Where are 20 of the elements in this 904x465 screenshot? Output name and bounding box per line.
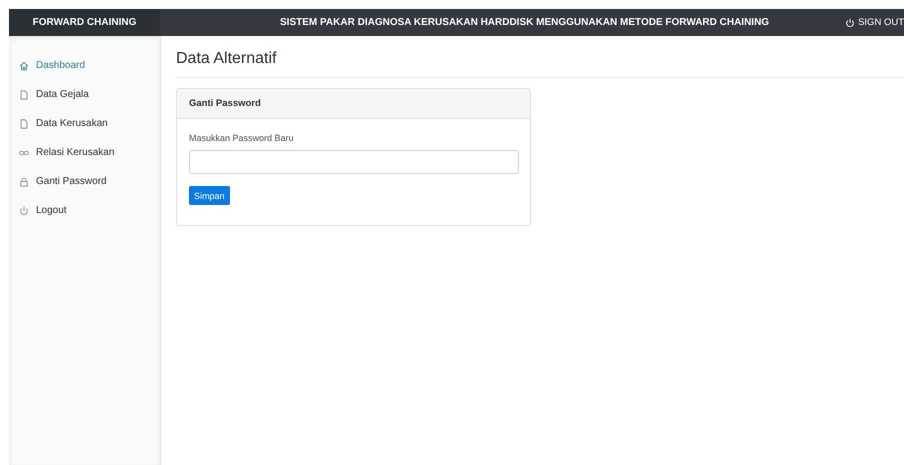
sidebar-item[interactable]: Ganti Password [9, 172, 160, 191]
power-icon [19, 206, 29, 216]
sidebar-item[interactable]: Logout [9, 201, 160, 220]
field-label: Masukkan Password Baru [189, 133, 295, 143]
file-icon [19, 90, 29, 100]
sign-out-link[interactable]: SIGN OUT [845, 17, 904, 28]
password-field[interactable] [189, 150, 519, 174]
lock-icon [19, 176, 29, 186]
sidebar-item[interactable]: Dashboard [9, 56, 160, 75]
home-icon [19, 60, 29, 70]
page-title: Data Alternatif [176, 36, 904, 78]
app-title: SISTEM PAKAR DIAGNOSA KERUSAKAN HARDDISK MENGGUNAKAN METODE FORWARD CHAINING [280, 17, 770, 28]
sidebar-item[interactable]: Data Kerusakan [9, 114, 160, 133]
sidebar-item[interactable]: Data Gejala [9, 85, 160, 104]
card-title: Ganti Password [189, 98, 261, 109]
save-button[interactable]: Simpan [189, 186, 230, 205]
brand-title: FORWARD CHAINING [9, 9, 160, 36]
sidebar-item[interactable]: Relasi Kerusakan [9, 143, 160, 162]
file-icon [19, 118, 29, 128]
power-icon [845, 18, 856, 28]
